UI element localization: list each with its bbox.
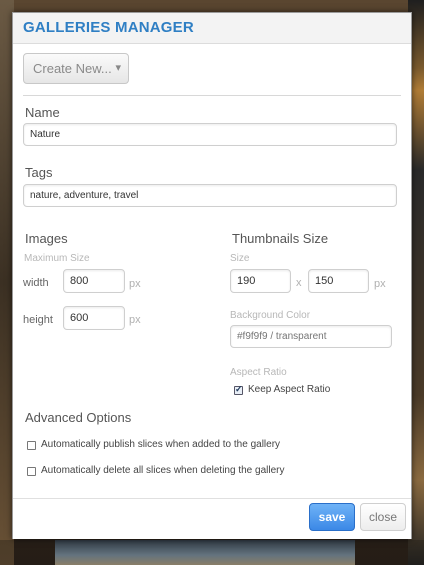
background-overlay	[0, 540, 424, 565]
tags-input[interactable]	[23, 184, 397, 207]
images-heading: Images	[25, 231, 68, 246]
aspect-ratio-label: Aspect Ratio	[230, 367, 287, 378]
auto-publish-label: Automatically publish slices when added …	[41, 439, 281, 450]
background-color-label: Background Color	[230, 310, 311, 321]
divider	[23, 95, 401, 96]
create-new-dropdown[interactable]: Create New... ▾	[23, 53, 129, 84]
size-separator: x	[296, 277, 302, 289]
create-new-label: Create New...	[33, 61, 112, 76]
chevron-down-icon: ▾	[115, 62, 121, 74]
auto-publish-checkbox[interactable]	[27, 441, 36, 450]
thumbnail-width-input[interactable]	[230, 269, 291, 293]
width-unit: px	[129, 278, 141, 290]
height-label: height	[23, 314, 53, 326]
height-unit: px	[129, 314, 141, 326]
thumbnail-height-input[interactable]	[308, 269, 369, 293]
thumbnails-size-heading: Thumbnails Size	[232, 231, 329, 246]
background-color-input[interactable]	[230, 325, 392, 348]
advanced-options-heading: Advanced Options	[25, 410, 132, 425]
width-label: width	[23, 277, 49, 289]
image-height-input[interactable]	[63, 306, 125, 330]
save-button[interactable]: save	[309, 503, 355, 531]
auto-delete-label: Automatically delete all slices when del…	[41, 465, 285, 476]
image-width-input[interactable]	[63, 269, 125, 293]
dialog-titlebar: GALLERIES MANAGER	[13, 13, 411, 44]
auto-delete-checkbox[interactable]	[27, 467, 36, 476]
close-button[interactable]: close	[360, 503, 406, 531]
thumbnail-size-label: Size	[230, 253, 250, 264]
dialog-title: GALLERIES MANAGER	[23, 19, 194, 36]
thumbnail-unit: px	[374, 278, 386, 290]
keep-aspect-ratio-label: Keep Aspect Ratio	[248, 384, 331, 395]
keep-aspect-ratio-checkbox[interactable]	[234, 384, 243, 395]
maximum-size-label: Maximum Size	[24, 253, 90, 264]
galleries-manager-dialog: GALLERIES MANAGER Create New... ▾ Name T…	[12, 12, 412, 539]
name-label: Name	[25, 105, 60, 120]
tags-label: Tags	[25, 165, 53, 180]
name-input[interactable]	[23, 123, 397, 146]
